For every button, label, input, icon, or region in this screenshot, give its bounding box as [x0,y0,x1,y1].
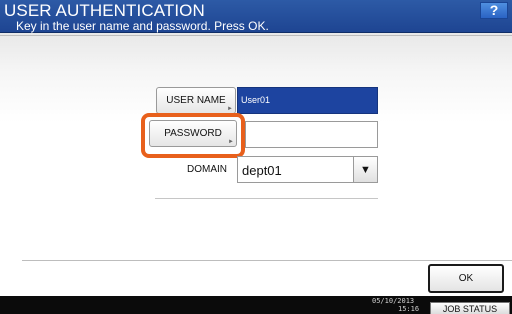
section-divider [155,198,378,199]
corner-arrow-icon: ► [227,106,233,112]
domain-label: DOMAIN [187,164,227,175]
footer-divider [22,260,512,261]
user-name-button[interactable]: USER NAME ► [156,87,236,114]
status-time: 15:16 [398,305,420,313]
job-status-button[interactable]: JOB STATUS [430,302,510,314]
ok-button[interactable]: OK [428,264,504,293]
domain-value: dept01 [242,163,282,178]
status-date: 05/10/2013 [372,297,415,305]
password-field[interactable] [245,121,378,148]
password-highlight [141,113,245,158]
user-name-value: User01 [241,95,271,105]
user-name-field[interactable]: User01 [237,87,378,114]
domain-select[interactable]: dept01 ▼ [237,156,378,183]
page-title: USER AUTHENTICATION [4,1,205,20]
chevron-down-icon[interactable]: ▼ [353,157,377,182]
user-name-label: USER NAME [166,95,226,106]
instruction-text: Key in the user name and password. Press… [16,19,269,33]
title-bar: USER AUTHENTICATION Key in the user name… [0,0,512,33]
help-button[interactable]: ? [480,2,508,19]
header-divider [0,35,512,36]
